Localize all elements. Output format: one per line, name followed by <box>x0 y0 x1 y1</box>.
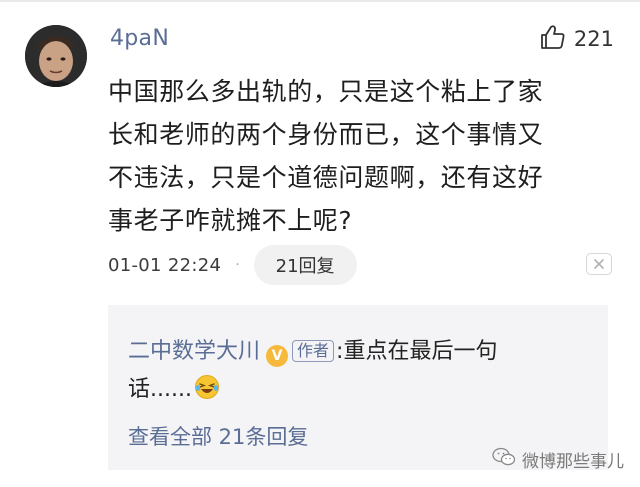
laughing-crying-emoji-icon <box>194 374 220 413</box>
reply-preview-box: 二中数学大川 V 作者:重点在最后一句话...... 查看全部 21条回复 <box>108 305 608 470</box>
timestamp: 01-01 22:24 <box>108 254 222 276</box>
username[interactable]: 4paN <box>110 26 169 51</box>
author-tag: 作者 <box>292 340 335 362</box>
comment-body: 中国那么多出轨的，只是这个粘上了家 长和老师的两个身份而已，这个事情又 不违法，… <box>108 70 613 242</box>
comment-line: 长和老师的两个身份而已，这个事情又 <box>108 120 544 149</box>
avatar-portrait-icon <box>25 25 87 87</box>
comment-line: 不违法，只是个道德问题啊，还有这好 <box>108 163 544 192</box>
top-divider <box>0 0 640 2</box>
like-button[interactable]: 221 <box>540 22 614 56</box>
view-all-replies-link[interactable]: 查看全部 21条回复 <box>128 421 308 451</box>
wechat-icon <box>492 447 516 472</box>
watermark: 微博那些事儿 <box>492 447 624 472</box>
dismiss-button[interactable] <box>586 253 612 275</box>
like-count: 221 <box>573 27 614 51</box>
verified-badge-icon: V <box>266 345 289 367</box>
avatar[interactable] <box>25 25 87 87</box>
watermark-text: 微博那些事儿 <box>522 452 624 472</box>
meta-separator: · <box>235 257 240 273</box>
close-x-icon <box>593 255 605 274</box>
reply-author-name[interactable]: 二中数学大川 <box>128 339 260 364</box>
thumbs-up-icon <box>540 24 566 54</box>
author-reply: 二中数学大川 V 作者:重点在最后一句话...... <box>128 333 598 413</box>
comment-line: 中国那么多出轨的，只是这个粘上了家 <box>108 77 544 106</box>
reply-text-line2: 话...... <box>128 377 192 402</box>
reply-count-button[interactable]: 21回复 <box>253 245 357 285</box>
comment-meta: 01-01 22:24 · 21回复 <box>108 245 357 285</box>
weibo-comment-card: 4paN 221 中国那么多出轨的，只是这个粘上了家 长和老师的两个身份而已，这… <box>0 0 640 487</box>
comment-line: 事老子咋就摊不上呢? <box>108 206 353 235</box>
reply-text-line1: :重点在最后一句 <box>336 339 498 364</box>
